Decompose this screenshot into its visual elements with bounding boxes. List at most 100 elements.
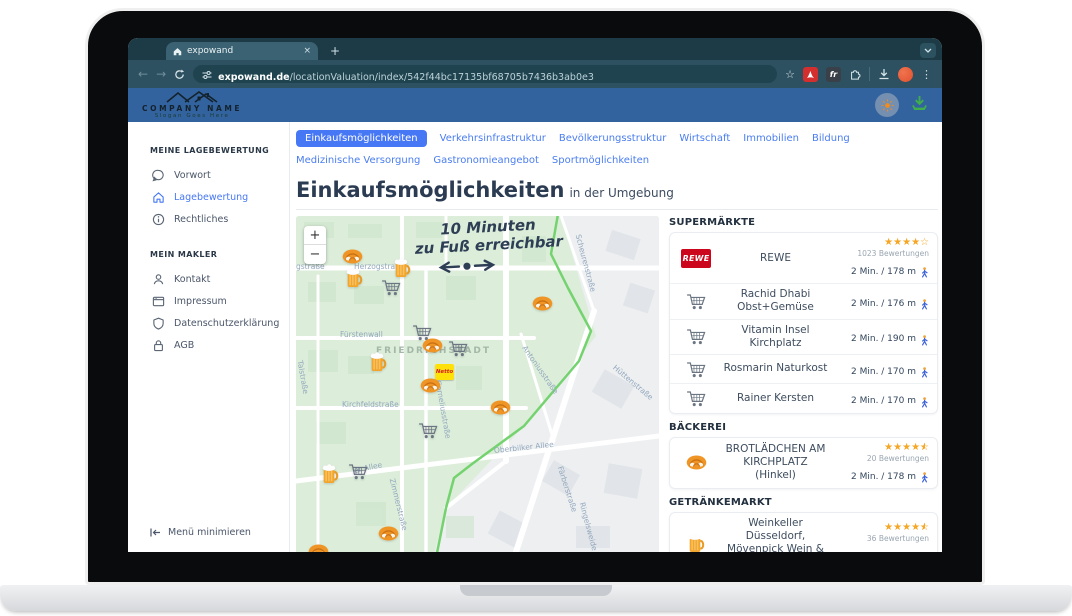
map-marker-cart-icon[interactable] [348,463,368,480]
sidebar-item-rechtliches[interactable]: Rechtliches [128,208,289,230]
new-tab-button[interactable]: + [330,44,340,58]
sidebar-item-agb[interactable]: AGB [128,334,289,356]
place-row-rachid-dhabi-obst-gem-se: Rachid Dhabi Obst+Gemüse2 Min. / 176 m [670,283,937,318]
star-rating: ★★★★☆★ [837,442,929,454]
menu-minimize-button[interactable]: Menü minimieren [150,527,251,538]
sidebar-item-kontakt[interactable]: Kontakt [128,268,289,290]
map-marker-cart-icon[interactable] [418,422,438,439]
collapse-left-icon [150,528,161,537]
walking-distance: 2 Min. / 170 m [851,366,929,380]
reload-icon[interactable] [174,65,185,84]
tab-house-icon [173,47,182,56]
places-panel: SUPERMÄRKTEREWEREWE★★★★☆1023 Bewertungen… [667,216,938,552]
sidebar-item-vorwort[interactable]: Vorwort [128,164,289,186]
cart-icon [686,361,706,378]
roofline-logo-icon [161,91,223,104]
pdf-extension-icon[interactable] [803,67,818,82]
extensions-puzzle-icon[interactable] [849,65,861,84]
url-domain: expowand.de [218,72,290,83]
download-icon[interactable] [878,65,890,84]
map-marker-pretzel-icon[interactable] [308,544,329,552]
tab-sportm-glichkeiten[interactable]: Sportmöglichkeiten [552,152,649,169]
map-zoom-control: + − [304,226,326,264]
laptop-base [0,585,1072,611]
profile-avatar[interactable] [898,67,913,82]
tab-bildung[interactable]: Bildung [812,130,850,147]
place-row-rainer-kersten: Rainer Kersten2 Min. / 170 m [670,383,937,413]
map-marker-pretzel-icon[interactable] [378,526,399,541]
window-icon [152,295,165,308]
app-header: COMPANY NAME Slogan Goes Here [128,88,942,122]
chat-icon [152,169,165,182]
sidebar-item-label: AGB [174,340,194,351]
map-marker-beer-icon[interactable] [322,464,339,485]
sidebar-item-datenschutzerkl-rung[interactable]: Datenschutzerklärung [128,312,289,334]
main-content: Einkaufsmöglichkeiten Verkehrsinfrastrukt… [290,122,942,552]
map-marker-pretzel-icon[interactable] [532,296,553,311]
place-name: REWE [714,252,837,265]
tab-title: expowand [187,46,233,56]
walking-distance: 4 Min. / 358 m [851,551,929,552]
browser-tab[interactable]: expowand × [166,42,318,60]
sidebar-item-impressum[interactable]: Impressum [128,290,289,312]
menu-dots-icon[interactable]: ⋮ [921,69,932,80]
forward-icon[interactable]: → [156,68,166,80]
place-row-weinkeller-d-sseldorf: Weinkeller Düsseldorf,Mövenpick Wein & C… [670,513,937,552]
place-name: Vitamin Insel Kirchplatz [714,324,837,350]
browser-window: expowand × + ← → expowand.de/locationVal… [128,38,942,552]
map-marker-cart-icon[interactable] [381,279,401,296]
sidebar-item-label: Kontakt [174,274,210,285]
place-row-rosmarin-naturkost: Rosmarin Naturkost 2 Min. / 170 m [670,354,937,384]
zoom-out-button[interactable]: − [304,245,326,264]
tab-verkehrsinfrastruktur[interactable]: Verkehrsinfrastruktur [440,130,546,147]
category-tabs: Einkaufsmöglichkeiten Verkehrsinfrastrukt… [296,130,856,169]
back-icon[interactable]: ← [138,68,148,80]
walking-distance: 2 Min. / 178 m [851,471,929,485]
rewe-logo: REWE [681,249,711,268]
map-marker-beer-icon[interactable] [346,268,363,289]
map-marker-beer-icon[interactable] [370,352,387,373]
walking-person-icon [920,335,929,346]
url-bar[interactable]: expowand.de/locationValuation/index/542f… [193,65,777,83]
map-street-label: Kirchfeldstraße [342,400,399,409]
tab-close-icon[interactable]: × [303,46,311,56]
section-title-getr-nkemarkt: GETRÄNKEMARKT [669,497,938,508]
download-tray-icon[interactable] [911,95,928,115]
tune-icon [202,65,212,83]
map[interactable]: + − 10 Minuten zu Fuß erreichbar gstraße… [296,216,659,552]
company-slogan: Slogan Goes Here [155,114,230,120]
tab-bev-lkerungsstruktur[interactable]: Bevölkerungsstruktur [559,130,667,147]
page-subtitle: in der Umgebung [569,186,673,200]
tab-immobilien[interactable]: Immobilien [743,130,799,147]
sidebar-item-label: Rechtliches [174,214,228,225]
place-name: Rachid Dhabi Obst+Gemüse [714,288,837,314]
walk-time-annotation: 10 Minuten zu Fuß erreichbar [397,216,582,281]
beer-icon [688,533,705,552]
tab-gastronomieangebot[interactable]: Gastronomieangebot [433,152,539,169]
tab-einkaufsm-glichkeiten[interactable]: Einkaufsmöglichkeiten [296,130,427,147]
tab-wirtschaft[interactable]: Wirtschaft [679,130,730,147]
sidebar-item-label: Lagebewertung [174,192,248,203]
bookmark-star-icon[interactable]: ☆ [785,69,795,80]
walking-person-icon [920,267,929,278]
person-icon [152,273,165,286]
place-name: Rosmarin Naturkost [714,362,837,375]
review-count: 20 Bewertungen [837,454,929,464]
map-marker-pretzel-icon[interactable] [422,338,443,353]
tab-list-chevron-icon[interactable] [920,43,936,58]
tab-medizinische-versorgung[interactable]: Medizinische Versorgung [296,152,420,169]
map-marker-cart-icon[interactable] [448,340,468,357]
star-rating: ★★★★☆★ [837,522,929,534]
sidebar-section-mein-makler: MEIN MAKLER [128,250,289,259]
place-row-vitamin-insel-kirchplatz: Vitamin Insel Kirchplatz2 Min. / 190 m [670,319,937,354]
zoom-in-button[interactable]: + [304,226,326,245]
sun-icon[interactable] [875,93,899,117]
fr-extension-icon[interactable]: fr [826,67,841,82]
sidebar-item-lagebewertung[interactable]: Lagebewertung [128,186,289,208]
section-title-b-ckerei: BÄCKEREI [669,422,938,433]
star-rating: ★★★★☆ [837,237,929,249]
map-marker-pretzel-icon[interactable] [420,378,441,393]
map-marker-pretzel-icon[interactable] [342,249,363,264]
map-marker-pretzel-icon[interactable] [490,400,511,415]
place-row-brotl-dchen-am-kirchplatz: BROTLÄDCHEN AM KIRCHPLATZ(Hinkel)★★★★☆★2… [670,438,937,488]
